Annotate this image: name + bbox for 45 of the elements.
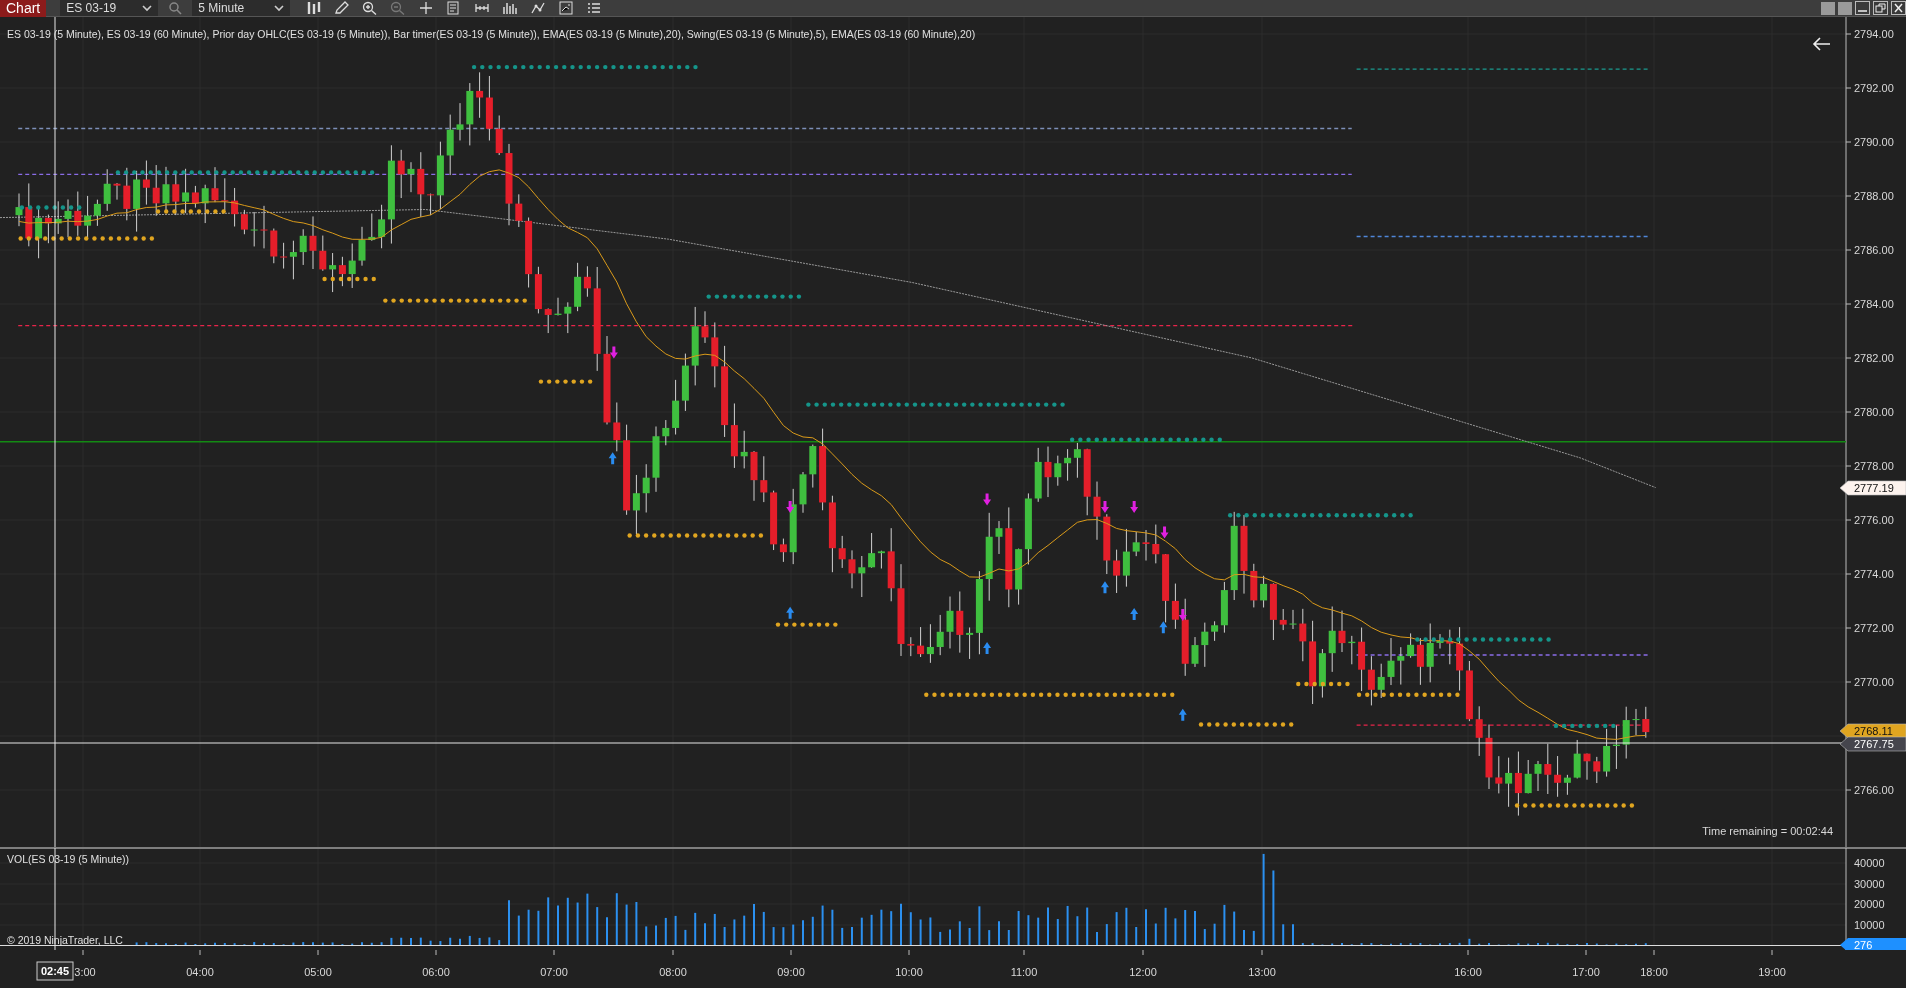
chart-legend: ES 03-19 (5 Minute), ES 03-19 (60 Minute), Prior day OHLC(ES 03-19 (5 Minute)), Bar timer(ES 03-19 (5 Minute)), EMA(ES 03-19 (5 Minute),20), Swing(ES 03-19 (5 Minute),5), EMA(ES 03-19 (60 Minute),20) xyxy=(7,28,976,40)
time-label: 16:00 xyxy=(1454,966,1482,978)
price-label: 2772.00 xyxy=(1854,622,1894,634)
volume-axis-label: 40000 xyxy=(1854,857,1885,869)
volume-marker-label: 276 xyxy=(1854,939,1873,950)
volume-axis-label: 20000 xyxy=(1854,898,1885,910)
price-label: 2778.00 xyxy=(1854,460,1894,472)
time-label: 05:00 xyxy=(304,966,332,978)
crosshair-time-label: 02:45 xyxy=(40,965,70,977)
price-label: 2788.00 xyxy=(1854,190,1894,202)
time-label: 10:00 xyxy=(895,966,923,978)
time-label: 07:00 xyxy=(540,966,568,978)
chart-tab[interactable]: Chart xyxy=(0,0,47,17)
copyright-text: © 2019 NinjaTrader, LLC xyxy=(7,934,123,946)
price-label: 2774.00 xyxy=(1854,568,1894,580)
volume-axis-label: 30000 xyxy=(1854,878,1885,890)
price-label: 2776.00 xyxy=(1854,514,1894,526)
price-marker-label: 2767.75 xyxy=(1854,738,1894,750)
time-label: 18:00 xyxy=(1640,966,1668,978)
price-marker-label: 2777.19 xyxy=(1854,482,1894,494)
instrument-dropdown[interactable]: ES 03-19 xyxy=(60,0,159,16)
time-label: 06:00 xyxy=(422,966,450,978)
price-label: 2784.00 xyxy=(1854,298,1894,310)
time-label: 12:00 xyxy=(1129,966,1157,978)
time-label: 3:00 xyxy=(74,966,96,978)
time-label: 19:00 xyxy=(1758,966,1786,978)
bar-timer-text: Time remaining = 00:02:44 xyxy=(1702,825,1833,837)
price-label: 2770.00 xyxy=(1854,676,1894,688)
interval-dropdown[interactable]: 5 Minute xyxy=(192,0,291,16)
price-label: 2766.00 xyxy=(1854,784,1894,796)
price-label: 2780.00 xyxy=(1854,406,1894,418)
volume-axis-label: 10000 xyxy=(1854,919,1885,931)
price-label: 2794.00 xyxy=(1854,28,1894,40)
time-label: 17:00 xyxy=(1572,966,1600,978)
time-label: 04:00 xyxy=(186,966,214,978)
price-label: 2782.00 xyxy=(1854,352,1894,364)
volume-title: VOL(ES 03-19 (5 Minute)) xyxy=(7,853,129,865)
time-label: 08:00 xyxy=(659,966,687,978)
time-label: 11:00 xyxy=(1010,966,1038,978)
time-label: 13:00 xyxy=(1248,966,1276,978)
price-label: 2792.00 xyxy=(1854,82,1894,94)
price-label: 2786.00 xyxy=(1854,244,1894,256)
time-label: 09:00 xyxy=(777,966,805,978)
price-label: 2790.00 xyxy=(1854,136,1894,148)
price-marker-label: 2768.11 xyxy=(1854,725,1893,737)
